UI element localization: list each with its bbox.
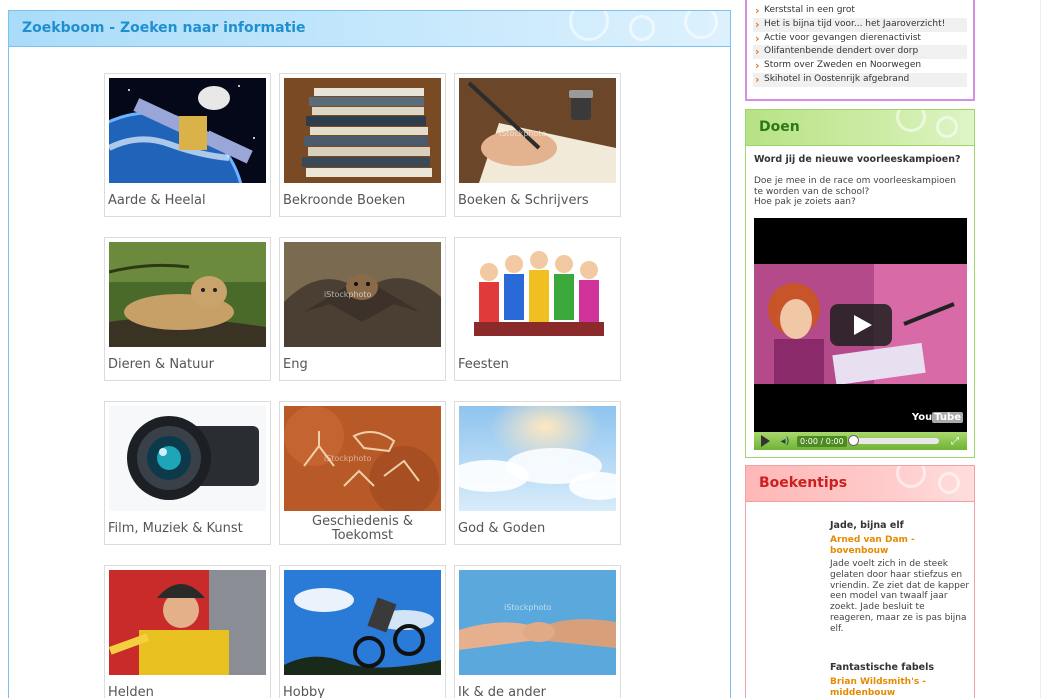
video-time: 0:00 / 0:00 [797, 435, 847, 447]
category-label: Eng [283, 357, 308, 372]
decorative-swirl-icon [569, 11, 609, 41]
news-box: Kerststal in een grot Het is bijna tijd … [745, 0, 975, 101]
book-tip: Fantastische fabels Brian Wildsmith's - … [830, 662, 970, 698]
decorative-palm-icon [896, 466, 926, 488]
writing-hand-image: iStockphoto [459, 78, 616, 183]
panel-title: Zoekboom - Zoeken naar informatie [22, 20, 306, 36]
zoekboom-header: Zoekboom - Zoeken naar informatie [9, 11, 730, 47]
book-tip: Jade, bijna elf Arned van Dam - bovenbou… [830, 520, 970, 635]
bat-image: iStockphoto [284, 242, 441, 347]
category-tile-film-muziek-kunst[interactable]: Film, Muziek & Kunst [104, 401, 271, 545]
video-player[interactable]: You Tube ◂) 0:00 / 0:00 ⤢ [754, 218, 967, 450]
book-description: Jade voelt zich in de steek gelaten door… [830, 559, 970, 634]
category-label: Boeken & Schrijvers [458, 193, 589, 208]
category-label: Bekroonde Boeken [283, 193, 406, 208]
category-tile-geschiedenis-toekomst[interactable]: iStockphoto Geschiedenis & Toekomst [279, 401, 446, 545]
play-icon[interactable] [757, 434, 773, 448]
news-item[interactable]: Skihotel in Oostenrijk afgebrand [753, 72, 967, 87]
fullscreen-icon[interactable]: ⤢ [946, 434, 964, 448]
lioness-image [109, 242, 266, 347]
satellite-space-image [109, 78, 266, 183]
decorative-palm-icon [684, 11, 718, 39]
page-edge-divider [1040, 0, 1041, 698]
svg-text:iStockphoto: iStockphoto [504, 603, 552, 612]
bmx-rider-image [284, 570, 441, 675]
category-label: Film, Muziek & Kunst [108, 521, 243, 536]
category-tile-ik-de-ander[interactable]: iStockphoto Ik & de ander [454, 565, 621, 698]
book-title[interactable]: Jade, bijna elf [830, 520, 970, 531]
category-label: God & Goden [458, 521, 546, 536]
category-tile-dieren-natuur[interactable]: Dieren & Natuur [104, 237, 271, 381]
category-label: Feesten [458, 357, 509, 372]
youtube-logo-tube: Tube [932, 412, 963, 423]
doen-header: Doen [746, 110, 974, 146]
category-tile-hobby[interactable]: Hobby [279, 565, 446, 698]
category-label: Dieren & Natuur [108, 357, 214, 372]
video-progress-slider[interactable] [847, 435, 939, 446]
volume-icon[interactable]: ◂) [776, 434, 794, 448]
book-title[interactable]: Fantastische fabels [830, 662, 970, 673]
category-label: Helden [108, 685, 154, 698]
news-item[interactable]: Actie voor gevangen dierenactivist [753, 32, 967, 46]
boekentips-header: Boekentips [746, 466, 974, 502]
video-controls: ◂) 0:00 / 0:00 ⤢ [754, 432, 967, 450]
youtube-logo: You Tube [912, 412, 963, 423]
decorative-swirl-icon [629, 15, 655, 41]
svg-text:iStockphoto: iStockphoto [324, 290, 372, 299]
category-tile-aarde-heelal[interactable]: Aarde & Heelal [104, 73, 271, 217]
cave-painting-image: iStockphoto [284, 406, 441, 511]
doen-text-line: Doe je mee in de race om voorleeskampioe… [754, 176, 956, 197]
svg-text:iStockphoto: iStockphoto [499, 129, 547, 138]
category-label: Hobby [283, 685, 325, 698]
news-item[interactable]: Kerststal in een grot [753, 4, 967, 18]
clowns-image [459, 242, 616, 347]
zoekboom-panel: Zoekboom - Zoeken naar informatie Aarde … [8, 10, 731, 698]
category-tile-helden[interactable]: Helden [104, 565, 271, 698]
category-tile-eng[interactable]: iStockphoto Eng [279, 237, 446, 381]
doen-question: Word jij de nieuwe voorleeskampioen? [754, 154, 961, 165]
category-tile-feesten[interactable]: Feesten [454, 237, 621, 381]
category-label: Ik & de ander [458, 685, 546, 698]
video-play-overlay-button[interactable] [830, 304, 892, 346]
svg-text:iStockphoto: iStockphoto [324, 454, 372, 463]
book-author-link[interactable]: Brian Wildsmith's - middenbouw [830, 677, 970, 698]
firefighter-image [109, 570, 266, 675]
boekentips-title: Boekentips [759, 475, 848, 491]
category-tile-god-goden[interactable]: God & Goden [454, 401, 621, 545]
news-item[interactable]: Het is bijna tijd voor... het Jaaroverzi… [753, 17, 967, 32]
category-tile-boeken-schrijvers[interactable]: iStockphoto Boeken & Schrijvers [454, 73, 621, 217]
handshake-image: iStockphoto [459, 570, 616, 675]
progress-knob[interactable] [847, 435, 859, 446]
news-item[interactable]: Storm over Zweden en Noorwegen [753, 59, 967, 73]
category-label: Geschiedenis & Toekomst [312, 514, 413, 543]
book-stack-image [284, 78, 441, 183]
doen-title: Doen [759, 119, 800, 135]
book-author-link[interactable]: Arned van Dam - bovenbouw [830, 535, 970, 556]
news-list: Kerststal in een grot Het is bijna tijd … [747, 4, 973, 87]
doen-box: Doen Word jij de nieuwe voorleeskampioen… [745, 109, 975, 458]
clouds-sky-image [459, 406, 616, 511]
category-grid: Aarde & Heelal Bekroonde Boeken iStockph… [104, 73, 621, 698]
category-label: Aarde & Heelal [108, 193, 206, 208]
camera-lens-image [109, 406, 266, 511]
doen-text-line: Hoe pak je zoiets aan? [754, 197, 856, 207]
decorative-swirl-icon [938, 472, 960, 494]
decorative-palm-icon [896, 110, 926, 132]
decorative-swirl-icon [936, 116, 958, 138]
boekentips-box: Boekentips Jade, bijna elf Arned van Dam… [745, 465, 975, 698]
doen-text: Doe je mee in de race om voorleeskampioe… [754, 176, 966, 208]
category-tile-bekroonde-boeken[interactable]: Bekroonde Boeken [279, 73, 446, 217]
youtube-logo-you: You [911, 412, 933, 423]
news-item[interactable]: Olifantenbende dendert over dorp [753, 45, 967, 60]
